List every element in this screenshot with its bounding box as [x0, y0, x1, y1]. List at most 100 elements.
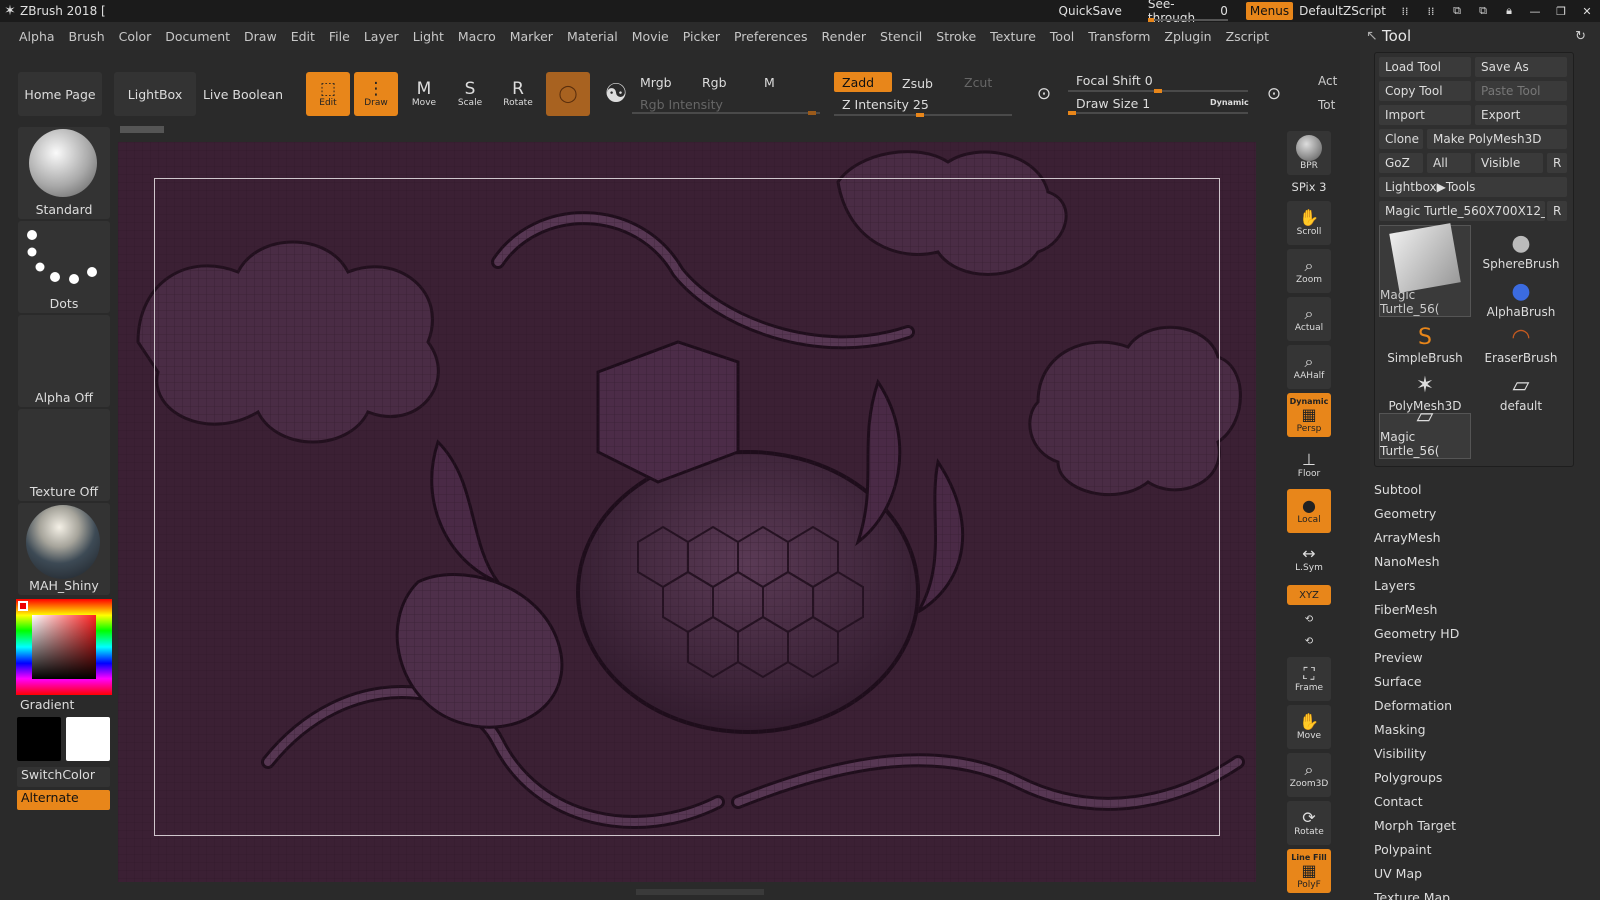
zcut-button[interactable]: Zcut: [956, 72, 1014, 92]
tool-thumb-default[interactable]: ▱ default: [1475, 367, 1567, 413]
rgb-button[interactable]: Rgb: [694, 72, 754, 92]
scroll-button[interactable]: ✋ Scroll: [1287, 201, 1331, 245]
menu-light[interactable]: Light: [406, 29, 451, 44]
z-intensity-slider[interactable]: Z Intensity 25: [834, 94, 1014, 114]
subpalette-arraymesh[interactable]: ArrayMesh: [1374, 525, 1584, 549]
local-button[interactable]: ● Local: [1287, 489, 1331, 533]
menus-toggle-button[interactable]: Menus: [1245, 2, 1294, 20]
subpalette-subtool[interactable]: Subtool: [1374, 477, 1584, 501]
menu-render[interactable]: Render: [815, 29, 874, 44]
subpalette-masking[interactable]: Masking: [1374, 717, 1584, 741]
menu-macro[interactable]: Macro: [451, 29, 503, 44]
menu-file[interactable]: File: [322, 29, 357, 44]
secondary-color-swatch[interactable]: [66, 717, 110, 761]
persp-button[interactable]: Dynamic ▦ Persp: [1287, 393, 1331, 437]
menu-zscript[interactable]: Zscript: [1219, 29, 1276, 44]
color-picker-sv-square[interactable]: [32, 615, 96, 679]
focal-shift-toggle[interactable]: ⊙: [1026, 72, 1062, 116]
goz-button[interactable]: GoZ: [1379, 153, 1423, 173]
main-color-swatch[interactable]: [17, 717, 61, 761]
tool-thumb-spherebrush[interactable]: ● SphereBrush: [1475, 225, 1567, 271]
bpr-button[interactable]: BPR: [1287, 131, 1331, 175]
actual-button[interactable]: ⌕ Actual: [1287, 297, 1331, 341]
menu-right-icon[interactable]: ⁞⁞: [1418, 0, 1444, 22]
ui-swap-icon[interactable]: ⧉: [1470, 0, 1496, 22]
maximize-icon[interactable]: ❐: [1548, 0, 1574, 22]
paste-tool-button[interactable]: Paste Tool: [1475, 81, 1567, 101]
load-tool-button[interactable]: Load Tool: [1379, 57, 1471, 77]
rotate-view-button[interactable]: ⟳ Rotate: [1287, 801, 1331, 845]
subpalette-visibility[interactable]: Visibility: [1374, 741, 1584, 765]
menu-edit[interactable]: Edit: [284, 29, 322, 44]
tool-thumb-alphabrush[interactable]: ● AlphaBrush: [1475, 273, 1567, 319]
subpalette-morph-target[interactable]: Morph Target: [1374, 813, 1584, 837]
draw-size-slider[interactable]: Draw Size 1: [1068, 93, 1208, 113]
subpalette-deformation[interactable]: Deformation: [1374, 693, 1584, 717]
tool-palette-reset-icon[interactable]: ↻: [1575, 29, 1586, 44]
menu-zplugin[interactable]: Zplugin: [1157, 29, 1218, 44]
menu-draw[interactable]: Draw: [237, 29, 284, 44]
xyz-rotate-button[interactable]: XYZ: [1287, 585, 1331, 605]
menu-stencil[interactable]: Stencil: [873, 29, 929, 44]
menu-picker[interactable]: Picker: [676, 29, 727, 44]
zadd-button[interactable]: Zadd: [834, 72, 892, 92]
alpha-slot[interactable]: Alpha Off: [18, 315, 110, 407]
menu-transform[interactable]: Transform: [1081, 29, 1157, 44]
menu-preferences[interactable]: Preferences: [727, 29, 815, 44]
current-tool-r-button[interactable]: R: [1547, 201, 1567, 221]
floor-button[interactable]: ⊥ Floor: [1287, 443, 1331, 487]
menu-tool[interactable]: Tool: [1043, 29, 1081, 44]
close-icon[interactable]: ✕: [1574, 0, 1600, 22]
quicksave-button[interactable]: QuickSave: [1053, 0, 1128, 22]
ui-layout-icon[interactable]: ⧉: [1444, 0, 1470, 22]
subpalette-polypaint[interactable]: Polypaint: [1374, 837, 1584, 861]
tool-thumb-magic-turtle-large[interactable]: Magic Turtle_56(: [1379, 223, 1471, 317]
import-button[interactable]: Import: [1379, 105, 1471, 125]
subpalette-nanomesh[interactable]: NanoMesh: [1374, 549, 1584, 573]
copy-tool-button[interactable]: Copy Tool: [1379, 81, 1471, 101]
dynamic-label[interactable]: Dynamic: [1210, 98, 1249, 107]
frame-button[interactable]: ⛶ Frame: [1287, 657, 1331, 701]
scale-button[interactable]: S Scale: [448, 72, 492, 116]
zoom-button[interactable]: ⌕ Zoom: [1287, 249, 1331, 293]
aahalf-button[interactable]: ⌕ AAHalf: [1287, 345, 1331, 389]
subpalette-geometry-hd[interactable]: Geometry HD: [1374, 621, 1584, 645]
z-rotate-button[interactable]: ⟲: [1287, 631, 1331, 651]
brush-slot[interactable]: Standard: [18, 127, 110, 219]
lightbox-button[interactable]: LightBox: [114, 72, 196, 116]
tool-palette-pin-icon[interactable]: ↖: [1366, 28, 1378, 44]
visible-button[interactable]: Visible: [1475, 153, 1543, 173]
gradient-label[interactable]: Gradient: [20, 697, 74, 712]
texture-slot[interactable]: Texture Off: [18, 409, 110, 501]
default-zscript-button[interactable]: DefaultZScript: [1293, 0, 1392, 22]
material-sphere-button[interactable]: ◯: [546, 72, 590, 116]
color-picker[interactable]: [16, 599, 112, 695]
lsym-button[interactable]: ↔ L.Sym: [1287, 537, 1331, 581]
menu-brush[interactable]: Brush: [62, 29, 112, 44]
menu-layer[interactable]: Layer: [357, 29, 406, 44]
subpalette-layers[interactable]: Layers: [1374, 573, 1584, 597]
lock-icon[interactable]: 🔒︎: [1496, 0, 1522, 22]
menu-movie[interactable]: Movie: [625, 29, 676, 44]
spix-slider[interactable]: SPix 3: [1287, 177, 1331, 197]
m-button[interactable]: M: [756, 72, 816, 92]
subpalette-preview[interactable]: Preview: [1374, 645, 1584, 669]
tool-thumb-eraserbrush[interactable]: ◠ EraserBrush: [1475, 319, 1567, 365]
minimize-icon[interactable]: —: [1522, 0, 1548, 22]
focal-shift-slider[interactable]: Focal Shift 0: [1068, 70, 1248, 90]
subpalette-polygroups[interactable]: Polygroups: [1374, 765, 1584, 789]
dynamic-target-toggle[interactable]: ⊙: [1256, 72, 1292, 116]
goz-r-button[interactable]: R: [1547, 153, 1567, 173]
subpalette-contact[interactable]: Contact: [1374, 789, 1584, 813]
current-tool-slider[interactable]: Magic Turtle_560X700X12_ZT: [1379, 201, 1545, 221]
menu-texture[interactable]: Texture: [983, 29, 1043, 44]
lightbox-tools-button[interactable]: Lightbox▶Tools: [1379, 177, 1567, 197]
zoom3d-button[interactable]: ⌕ Zoom3D: [1287, 753, 1331, 797]
tool-thumb-magic-turtle-small[interactable]: ▱ Magic Turtle_56(: [1379, 404, 1471, 459]
polyf-button[interactable]: Line Fill ▦ PolyF: [1287, 849, 1331, 893]
subpalette-fibermesh[interactable]: FiberMesh: [1374, 597, 1584, 621]
move-view-button[interactable]: ✋ Move: [1287, 705, 1331, 749]
menu-document[interactable]: Document: [158, 29, 237, 44]
draw-button[interactable]: ⋮ Draw: [354, 72, 398, 116]
menu-alpha[interactable]: Alpha: [12, 29, 62, 44]
